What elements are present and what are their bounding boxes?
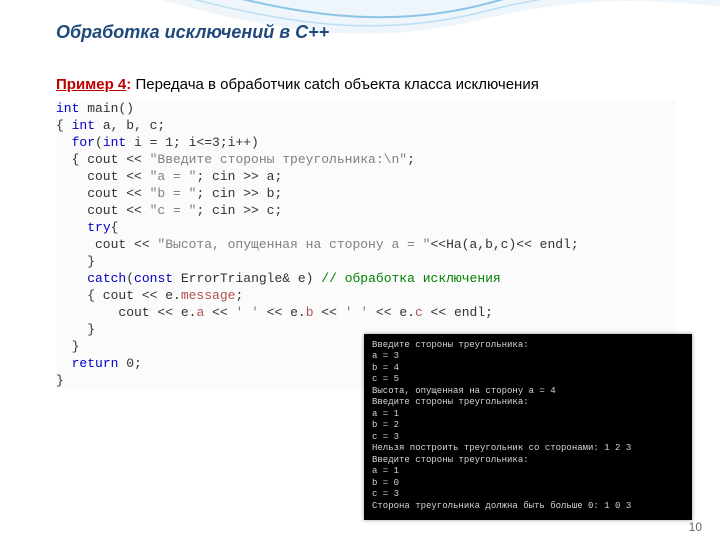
code-token: int <box>72 118 95 133</box>
code-token: "c = " <box>150 203 197 218</box>
code-token: b <box>306 305 314 320</box>
code-token: i = 1; i<=3;i++) <box>126 135 259 150</box>
code-token: cout << <box>56 237 157 252</box>
slide-title: Обработка исключений в С++ <box>56 22 329 43</box>
code-token: ; cin >> a; <box>196 169 282 184</box>
code-token: c <box>415 305 423 320</box>
code-token: main() <box>79 101 134 116</box>
code-token <box>56 271 87 286</box>
code-token: ; cin >> c; <box>196 203 282 218</box>
code-token <box>56 356 72 371</box>
code-token <box>56 135 72 150</box>
code-token: cout << <box>56 169 150 184</box>
code-token: message <box>181 288 236 303</box>
example-label: Пример 4 <box>56 76 126 93</box>
code-token: ' ' <box>345 305 368 320</box>
example-text: Передача в обработчик catch объекта клас… <box>131 76 539 93</box>
code-token: int <box>103 135 126 150</box>
code-token: const <box>134 271 173 286</box>
code-token: << e. <box>259 305 306 320</box>
code-token: { cout << <box>56 152 150 167</box>
code-token: << e. <box>368 305 415 320</box>
code-token: } <box>56 339 79 354</box>
code-token: ; <box>235 288 243 303</box>
code-token: cout << e. <box>56 305 196 320</box>
code-token: "Введите стороны треугольника:\n" <box>150 152 407 167</box>
code-token: << endl; <box>423 305 493 320</box>
code-token: cout << <box>56 203 150 218</box>
code-token <box>56 220 87 235</box>
code-token: ' ' <box>235 305 258 320</box>
code-token: "a = " <box>150 169 197 184</box>
code-token: { <box>56 118 72 133</box>
code-token: "Высота, опущенная на сторону a = " <box>157 237 430 252</box>
example-caption: Пример 4: Передача в обработчик catch об… <box>56 76 539 93</box>
code-token: << <box>314 305 345 320</box>
code-token: return <box>72 356 119 371</box>
code-token: <<Ha(a,b,c)<< endl; <box>430 237 578 252</box>
code-token: ErrorTriangle& e) <box>173 271 321 286</box>
code-token: cout << <box>56 186 150 201</box>
console-output: Введите стороны треугольника: a = 3 b = … <box>364 334 692 521</box>
code-token: { <box>111 220 119 235</box>
code-token: 0; <box>118 356 141 371</box>
code-token: ; cin >> b; <box>196 186 282 201</box>
code-token: << <box>204 305 235 320</box>
code-token: catch <box>87 271 126 286</box>
code-token: try <box>87 220 110 235</box>
code-token: a, b, c; <box>95 118 165 133</box>
code-token: ; <box>407 152 415 167</box>
code-token: ( <box>95 135 103 150</box>
code-token: } <box>56 322 95 337</box>
code-token: for <box>72 135 95 150</box>
code-token: ( <box>126 271 134 286</box>
page-number: 10 <box>689 520 702 534</box>
code-token: // обработка исключения <box>321 271 500 286</box>
code-token: "b = " <box>150 186 197 201</box>
code-token: int <box>56 101 79 116</box>
code-token: { cout << e. <box>56 288 181 303</box>
code-token: } <box>56 254 95 269</box>
code-token: } <box>56 373 64 388</box>
